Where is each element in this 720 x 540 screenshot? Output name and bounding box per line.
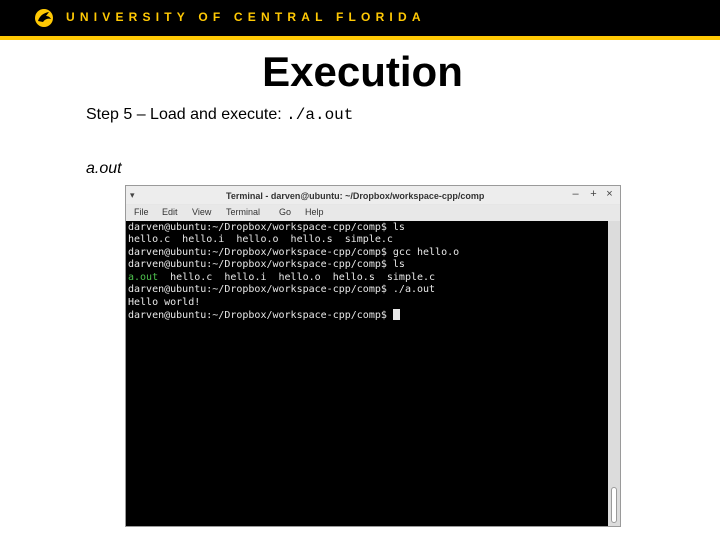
menu-edit[interactable]: Edit (162, 207, 178, 217)
terminal-line: darven@ubuntu:~/Dropbox/workspace-cpp/co… (128, 284, 435, 296)
menu-help[interactable]: Help (305, 207, 324, 217)
terminal-line: darven@ubuntu:~/Dropbox/workspace-cpp/co… (128, 247, 459, 259)
gold-stripe (0, 36, 720, 40)
terminal-window[interactable]: ▾ Terminal - darven@ubuntu: ~/Dropbox/wo… (125, 185, 621, 527)
step-description: Step 5 – Load and execute: ./a.out (86, 106, 353, 124)
terminal-line: Hello world! (128, 297, 200, 309)
terminal-cursor (392, 309, 400, 320)
terminal-output: hello.c hello.i hello.o hello.s simple.c (128, 234, 393, 245)
terminal-prompt: darven@ubuntu:~/Dropbox/workspace-cpp/co… (128, 247, 393, 258)
terminal-line: a.out hello.c hello.i hello.o hello.s si… (128, 272, 435, 284)
terminal-line: darven@ubuntu:~/Dropbox/workspace-cpp/co… (128, 222, 405, 234)
close-button[interactable]: × (603, 188, 616, 201)
maximize-button[interactable]: + (587, 188, 600, 201)
step-text: Step 5 – Load and execute: (86, 106, 287, 123)
menu-file[interactable]: File (134, 207, 149, 217)
terminal-command: gcc hello.o (392, 247, 460, 258)
step-command: ./a.out (286, 106, 354, 124)
terminal-titlebar[interactable]: ▾ Terminal - darven@ubuntu: ~/Dropbox/wo… (126, 186, 620, 204)
menu-terminal[interactable]: Terminal (226, 207, 260, 217)
scrollbar-thumb[interactable] (611, 487, 617, 523)
terminal-menubar: File Edit View Terminal Go Help (126, 205, 620, 221)
terminal-output: hello.c hello.i hello.o hello.s simple.c (158, 272, 436, 283)
university-name: UNIVERSITY OF CENTRAL FLORIDA (66, 10, 426, 24)
terminal-prompt: darven@ubuntu:~/Dropbox/workspace-cpp/co… (128, 284, 393, 295)
aout-label: a.out (86, 160, 122, 177)
terminal-command: ls (392, 222, 405, 233)
slide-title: Execution (262, 48, 463, 95)
terminal-executable-name: a.out (128, 272, 159, 283)
terminal-window-title: Terminal - darven@ubuntu: ~/Dropbox/work… (226, 191, 485, 201)
terminal-scrollbar[interactable] (608, 221, 620, 526)
terminal-command: ./a.out (392, 284, 436, 295)
pegasus-logo-icon (35, 9, 53, 27)
terminal-prompt: darven@ubuntu:~/Dropbox/workspace-cpp/co… (128, 222, 393, 233)
terminal-line: darven@ubuntu:~/Dropbox/workspace-cpp/co… (128, 309, 400, 321)
terminal-command: ls (392, 259, 405, 270)
menu-go[interactable]: Go (279, 207, 291, 217)
terminal-prompt: darven@ubuntu:~/Dropbox/workspace-cpp/co… (128, 259, 393, 270)
terminal-output: Hello world! (128, 297, 201, 308)
minimize-button[interactable]: – (569, 188, 582, 201)
terminal-prompt: darven@ubuntu:~/Dropbox/workspace-cpp/co… (128, 310, 393, 321)
terminal-screen[interactable]: darven@ubuntu:~/Dropbox/workspace-cpp/co… (126, 221, 608, 526)
university-banner: UNIVERSITY OF CENTRAL FLORIDA (0, 0, 720, 36)
terminal-app-icon[interactable]: ▾ (130, 190, 135, 200)
terminal-line: hello.c hello.i hello.o hello.s simple.c (128, 234, 393, 246)
terminal-line: darven@ubuntu:~/Dropbox/workspace-cpp/co… (128, 259, 405, 271)
menu-view[interactable]: View (192, 207, 211, 217)
